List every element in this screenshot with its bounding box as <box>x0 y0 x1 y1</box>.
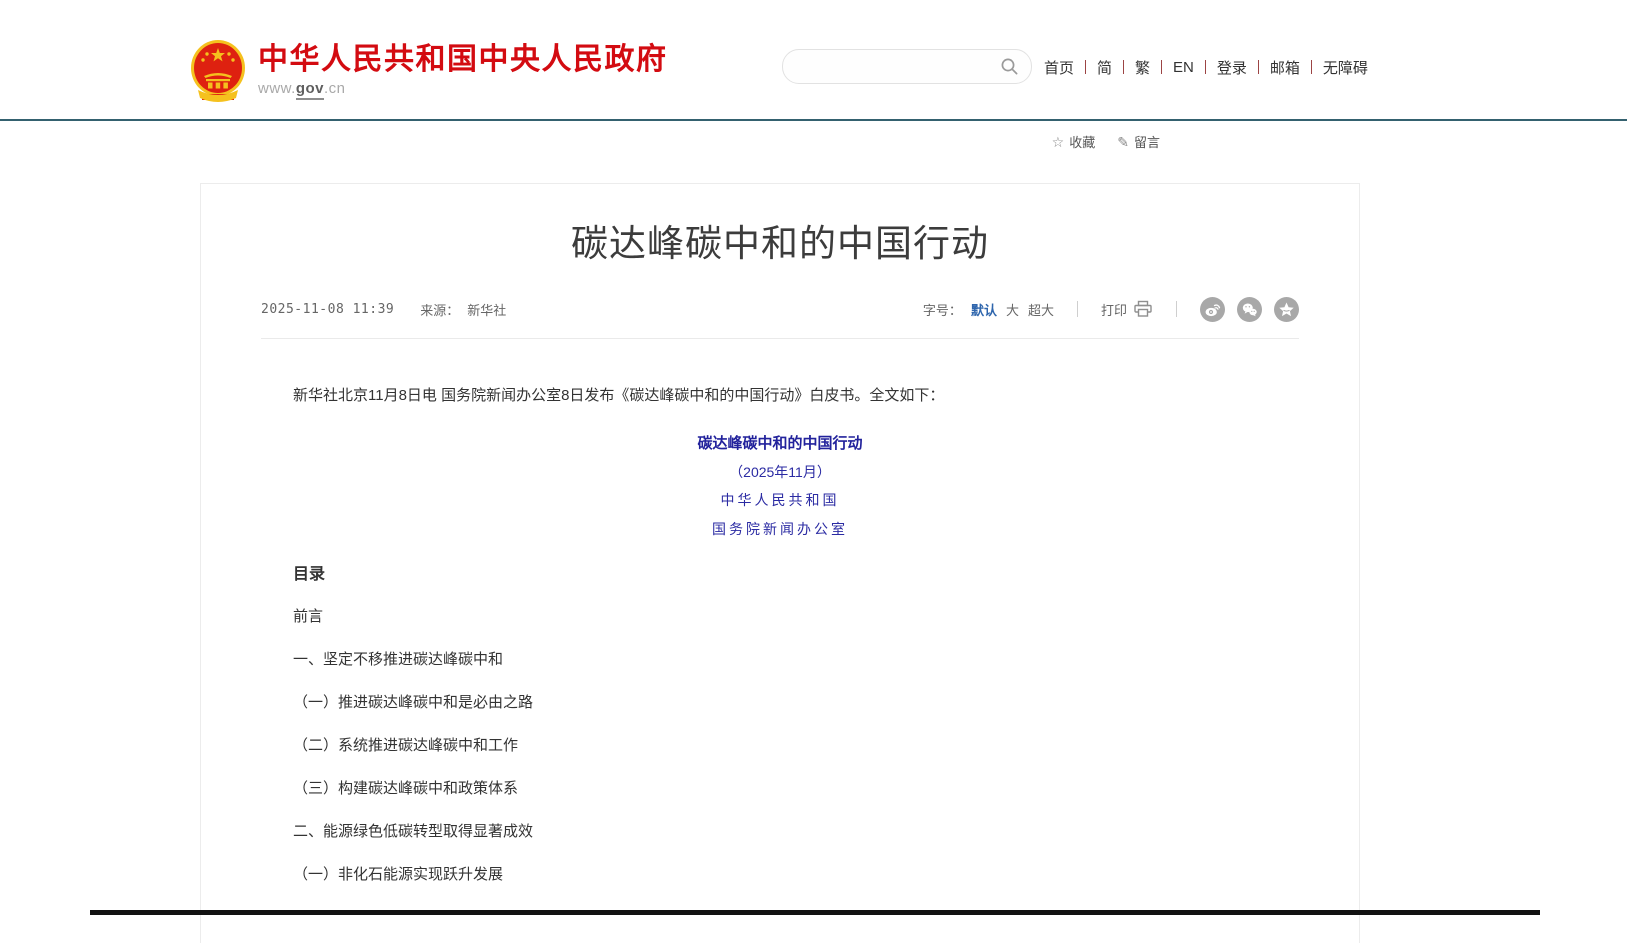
national-emblem-icon <box>188 38 248 102</box>
search-icon <box>1000 57 1019 76</box>
page-toolbar: ☆ 收藏 ✎ 留言 <box>1052 132 1160 151</box>
article-meta-left: 2025-11-08 11:39 来源： 新华社 <box>261 300 506 319</box>
document-author-line2: 国务院新闻办公室 <box>293 516 1267 545</box>
document-heading-block: 碳达峰碳中和的中国行动 （2025年11月） 中华人民共和国 国务院新闻办公室 <box>293 429 1267 545</box>
site-header: 中华人民共和国中央人民政府 www.gov.cn 首页 简 繁 EN 登录 <box>0 0 1627 120</box>
article-container: 碳达峰碳中和的中国行动 2025-11-08 11:39 来源： 新华社 字号：… <box>200 183 1360 943</box>
article-meta-row: 2025-11-08 11:39 来源： 新华社 字号： 默认 大 超大 打印 <box>201 298 1359 320</box>
nav-mail[interactable]: 邮箱 <box>1270 57 1300 78</box>
nav-english[interactable]: EN <box>1173 59 1194 76</box>
article-meta-right: 字号： 默认 大 超大 打印 <box>923 297 1299 322</box>
lead-paragraph: 新华社北京11月8日电 国务院新闻办公室8日发布《碳达峰碳中和的中国行动》白皮书… <box>293 384 1267 407</box>
font-size-xlarge-button[interactable]: 超大 <box>1028 300 1054 319</box>
toc-item-1-1: （一）推进碳达峰碳中和是必由之路 <box>293 681 1267 724</box>
share-wechat-button[interactable] <box>1237 297 1262 322</box>
search-box <box>782 49 1032 84</box>
site-title: 中华人民共和国中央人民政府 <box>258 44 668 76</box>
comment-button[interactable]: ✎ 留言 <box>1117 132 1160 151</box>
toc-item-2: 二、能源绿色低碳转型取得显著成效 <box>293 810 1267 853</box>
qzone-star-icon <box>1278 301 1295 318</box>
share-icons <box>1200 297 1299 322</box>
article-body: 新华社北京11月8日电 国务院新闻办公室8日发布《碳达峰碳中和的中国行动》白皮书… <box>201 384 1359 896</box>
nav-separator <box>1311 60 1312 74</box>
top-nav: 首页 简 繁 EN 登录 邮箱 无障碍 <box>1044 57 1368 77</box>
meta-divider <box>261 338 1299 339</box>
share-weibo-button[interactable] <box>1200 297 1225 322</box>
comment-label: 留言 <box>1134 132 1160 151</box>
nav-separator <box>1085 60 1086 74</box>
nav-login[interactable]: 登录 <box>1217 57 1247 78</box>
toc-item-2-1: （一）非化石能源实现跃升发展 <box>293 853 1267 896</box>
brand-text: 中华人民共和国中央人民政府 www.gov.cn <box>258 38 668 97</box>
share-qzone-button[interactable] <box>1274 297 1299 322</box>
print-button[interactable]: 打印 <box>1101 300 1153 319</box>
site-url: www.gov.cn <box>258 80 668 97</box>
search-button[interactable] <box>997 50 1031 83</box>
document-date: （2025年11月） <box>293 458 1267 487</box>
pencil-icon: ✎ <box>1117 135 1129 149</box>
site-url-www: www. <box>258 80 296 97</box>
site-url-gov: gov <box>296 80 324 100</box>
site-logo-link[interactable]: 中华人民共和国中央人民政府 www.gov.cn <box>188 38 668 102</box>
nav-home[interactable]: 首页 <box>1044 57 1074 78</box>
nav-simplified[interactable]: 简 <box>1097 57 1112 78</box>
meta-separator <box>1176 301 1177 317</box>
toc-list: 前言 一、坚定不移推进碳达峰碳中和 （一）推进碳达峰碳中和是必由之路 （二）系统… <box>293 595 1267 896</box>
font-size-default-button[interactable]: 默认 <box>971 300 997 319</box>
page-title: 碳达峰碳中和的中国行动 <box>201 220 1359 268</box>
page: 中华人民共和国中央人民政府 www.gov.cn 首页 简 繁 EN 登录 <box>0 0 1627 915</box>
toc-item-preface: 前言 <box>293 595 1267 638</box>
source-value: 新华社 <box>467 300 506 319</box>
toc-item-1: 一、坚定不移推进碳达峰碳中和 <box>293 638 1267 681</box>
favorite-button[interactable]: ☆ 收藏 <box>1052 132 1096 151</box>
meta-separator <box>1077 301 1078 317</box>
search-input[interactable] <box>783 50 997 83</box>
wechat-icon <box>1241 301 1258 318</box>
nav-traditional[interactable]: 繁 <box>1135 57 1150 78</box>
document-author-line1: 中华人民共和国 <box>293 487 1267 516</box>
toc-heading: 目录 <box>293 565 1267 585</box>
font-size-large-button[interactable]: 大 <box>1006 300 1019 319</box>
nav-accessibility[interactable]: 无障碍 <box>1323 57 1368 78</box>
nav-separator <box>1161 60 1162 74</box>
nav-separator <box>1205 60 1206 74</box>
toc-item-1-2: （二）系统推进碳达峰碳中和工作 <box>293 724 1267 767</box>
star-outline-icon: ☆ <box>1052 135 1065 149</box>
font-size-label: 字号： <box>923 300 962 319</box>
nav-separator <box>1258 60 1259 74</box>
printer-icon <box>1133 300 1153 318</box>
header-divider <box>0 119 1627 121</box>
source-label: 来源： <box>420 300 459 319</box>
favorite-label: 收藏 <box>1069 132 1095 151</box>
toc-item-1-3: （三）构建碳达峰碳中和政策体系 <box>293 767 1267 810</box>
nav-separator <box>1123 60 1124 74</box>
weibo-icon <box>1204 301 1221 318</box>
document-title: 碳达峰碳中和的中国行动 <box>293 429 1267 458</box>
bottom-window-edge <box>90 910 1540 915</box>
print-label: 打印 <box>1101 300 1127 319</box>
site-url-cn: .cn <box>324 80 346 97</box>
publish-date: 2025-11-08 11:39 <box>261 302 394 317</box>
